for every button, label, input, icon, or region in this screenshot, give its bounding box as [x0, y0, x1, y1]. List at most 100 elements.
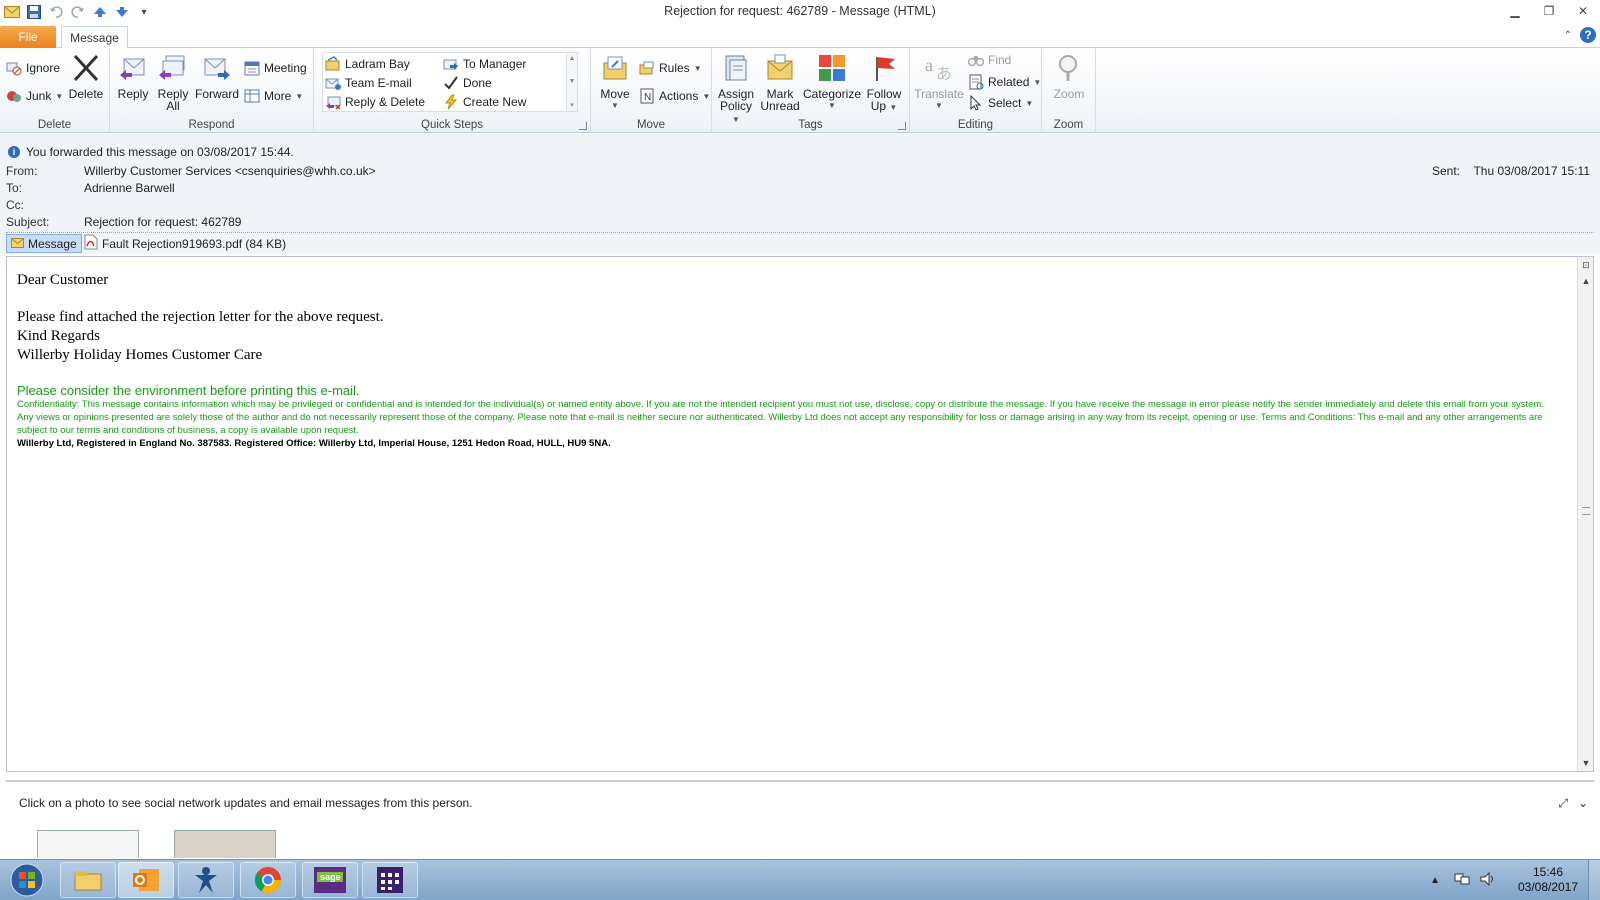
to-manager-icon — [443, 56, 459, 72]
reply-delete-icon — [325, 94, 341, 110]
people-pane-hint: Click on a photo to see social network u… — [19, 796, 473, 810]
quick-steps-scroll[interactable]: ▲ ▼ ▾ — [566, 52, 578, 112]
envelope-icon[interactable] — [2, 2, 22, 22]
ignore-button[interactable]: Ignore — [6, 58, 60, 78]
registered-office: Willerby Ltd, Registered in England No. … — [17, 438, 611, 449]
expand-people-pane-icon[interactable]: ⤢ — [1558, 796, 1568, 811]
quick-steps-gallery: Ladram Bay Team E-mail Reply & Delete To… — [322, 52, 574, 112]
find-button[interactable]: Find — [968, 50, 1011, 70]
contact-photo[interactable] — [174, 830, 276, 858]
translate-button[interactable]: aあ Translate ▼ — [914, 52, 964, 112]
info-bar: i You forwarded this message on 03/08/20… — [8, 145, 294, 159]
windows-logo-icon — [10, 863, 44, 897]
clock[interactable]: 15:46 03/08/2017 — [1508, 865, 1588, 895]
customize-qat-icon[interactable]: ▾ — [134, 2, 154, 22]
undo-icon[interactable] — [46, 2, 66, 22]
quickstep-done[interactable]: Done — [443, 73, 492, 93]
delete-button[interactable]: Delete — [66, 52, 106, 100]
scroll-up-icon[interactable]: ▲ — [569, 55, 576, 62]
show-hidden-icons-icon[interactable]: ▲ — [1430, 875, 1440, 886]
assign-policy-button[interactable]: Assign Policy ▼ — [716, 52, 756, 126]
to-value[interactable]: Adrienne Barwell — [84, 181, 175, 195]
show-desktop-button[interactable] — [1588, 860, 1600, 900]
chevron-down-icon: ▼ — [1033, 77, 1042, 87]
network-icon[interactable] — [1454, 872, 1470, 889]
scroll-up-arrow-icon[interactable]: ▲ — [1578, 273, 1593, 289]
from-value[interactable]: Willerby Customer Services <csenquiries@… — [84, 164, 376, 178]
redo-icon[interactable] — [68, 2, 88, 22]
subject-value: Rejection for request: 462789 — [84, 215, 242, 229]
zoom-button[interactable]: Zoom — [1048, 52, 1090, 100]
junk-button[interactable]: Junk ▼ — [6, 86, 63, 106]
previous-item-icon[interactable] — [90, 2, 110, 22]
restore-icon[interactable]: ❐ — [1532, 0, 1566, 22]
outlook-icon[interactable] — [118, 862, 174, 898]
binoculars-icon — [968, 52, 984, 68]
team-email-icon — [325, 75, 341, 91]
collapse-people-pane-icon[interactable]: ⌄ — [1578, 796, 1588, 811]
contact-photo-placeholder[interactable] — [37, 830, 139, 858]
ignore-icon — [6, 60, 22, 76]
related-button[interactable]: Related ▼ — [968, 72, 1041, 92]
help-icon[interactable]: ? — [1580, 27, 1596, 43]
save-icon[interactable] — [24, 2, 44, 22]
windows-explorer-icon[interactable] — [60, 862, 116, 898]
message-body-content: Dear Customer Please find attached the r… — [17, 271, 1562, 449]
body-scrollbar[interactable]: ⊡ ▲ ▼ — [1577, 257, 1593, 771]
actions-button[interactable]: N Actions ▼ — [639, 86, 710, 106]
environment-notice: Please consider the environment before p… — [17, 383, 360, 398]
minimize-ribbon-icon[interactable]: ⌃ — [1564, 30, 1572, 41]
reply-all-button[interactable]: Reply All — [156, 52, 190, 112]
chevron-down-icon: ▼ — [935, 101, 943, 110]
lightning-icon — [443, 94, 459, 110]
categorize-icon — [816, 52, 848, 84]
chevron-down-icon: ▼ — [295, 91, 304, 101]
mark-unread-icon — [764, 52, 796, 84]
move-button[interactable]: Move ▼ — [597, 52, 633, 112]
minimize-icon[interactable]: ▁ — [1498, 0, 1532, 22]
zoom-to-fit-icon[interactable]: ⊡ — [1578, 257, 1593, 273]
quickstep-ladram-bay[interactable]: Ladram Bay — [325, 54, 410, 74]
tab-message[interactable]: Message — [61, 26, 128, 49]
scroll-down-icon[interactable]: ▼ — [569, 78, 576, 85]
quickstep-reply-delete[interactable]: Reply & Delete — [325, 92, 425, 112]
group-respond: Reply Reply All Forward Meeting More ▼ R… — [110, 48, 314, 133]
start-button[interactable] — [6, 862, 48, 898]
close-icon[interactable]: ✕ — [1566, 0, 1600, 22]
follow-up-button[interactable]: Follow Up ▼ — [864, 52, 904, 114]
rules-button[interactable]: Rules ▼ — [639, 58, 702, 78]
select-button[interactable]: Select ▼ — [968, 93, 1033, 113]
categorize-button[interactable]: Categorize ▼ — [803, 52, 861, 112]
quickstep-team-email[interactable]: Team E-mail — [325, 73, 412, 93]
svg-text:あ: あ — [936, 65, 952, 83]
mark-unread-button[interactable]: Mark Unread — [760, 52, 800, 112]
quickstep-to-manager[interactable]: To Manager — [443, 54, 526, 74]
group-label-delete: Delete — [37, 119, 72, 131]
app-figure-icon[interactable] — [178, 862, 234, 898]
calendar-app-icon[interactable] — [362, 862, 418, 898]
chevron-down-icon: ▼ — [611, 101, 619, 110]
group-tags: Assign Policy ▼ Mark Unread Categorize ▼… — [712, 48, 910, 133]
confidentiality-notice: Confidentiality: This message contains i… — [17, 399, 1544, 436]
meeting-button[interactable]: Meeting — [244, 58, 307, 78]
forward-button[interactable]: Forward — [194, 52, 240, 100]
attachment-pdf[interactable]: Fault Rejection919693.pdf (84 KB) — [84, 234, 286, 253]
quickstep-create-new[interactable]: Create New — [443, 92, 526, 112]
reply-button[interactable]: Reply — [116, 52, 150, 100]
chrome-icon[interactable] — [240, 862, 296, 898]
expand-gallery-icon[interactable]: ▾ — [570, 101, 574, 109]
more-grid-icon — [244, 88, 260, 104]
ribbon: Ignore Junk ▼ Delete Delete Reply Reply … — [0, 48, 1600, 133]
junk-icon — [6, 88, 22, 104]
next-item-icon[interactable] — [112, 2, 132, 22]
body-line-2: Kind Regards — [17, 328, 100, 344]
svg-text:sage: sage — [320, 872, 341, 882]
more-respond-button[interactable]: More ▼ — [244, 86, 303, 106]
sage-icon[interactable]: sage — [302, 862, 358, 898]
volume-icon[interactable] — [1480, 871, 1496, 889]
attachment-message-tab[interactable]: Message — [6, 234, 82, 253]
tab-file[interactable]: File — [0, 26, 56, 48]
scroll-down-arrow-icon[interactable]: ▼ — [1578, 755, 1593, 771]
body-line-3: Willerby Holiday Homes Customer Care — [17, 347, 263, 363]
greeting: Dear Customer — [17, 272, 109, 288]
